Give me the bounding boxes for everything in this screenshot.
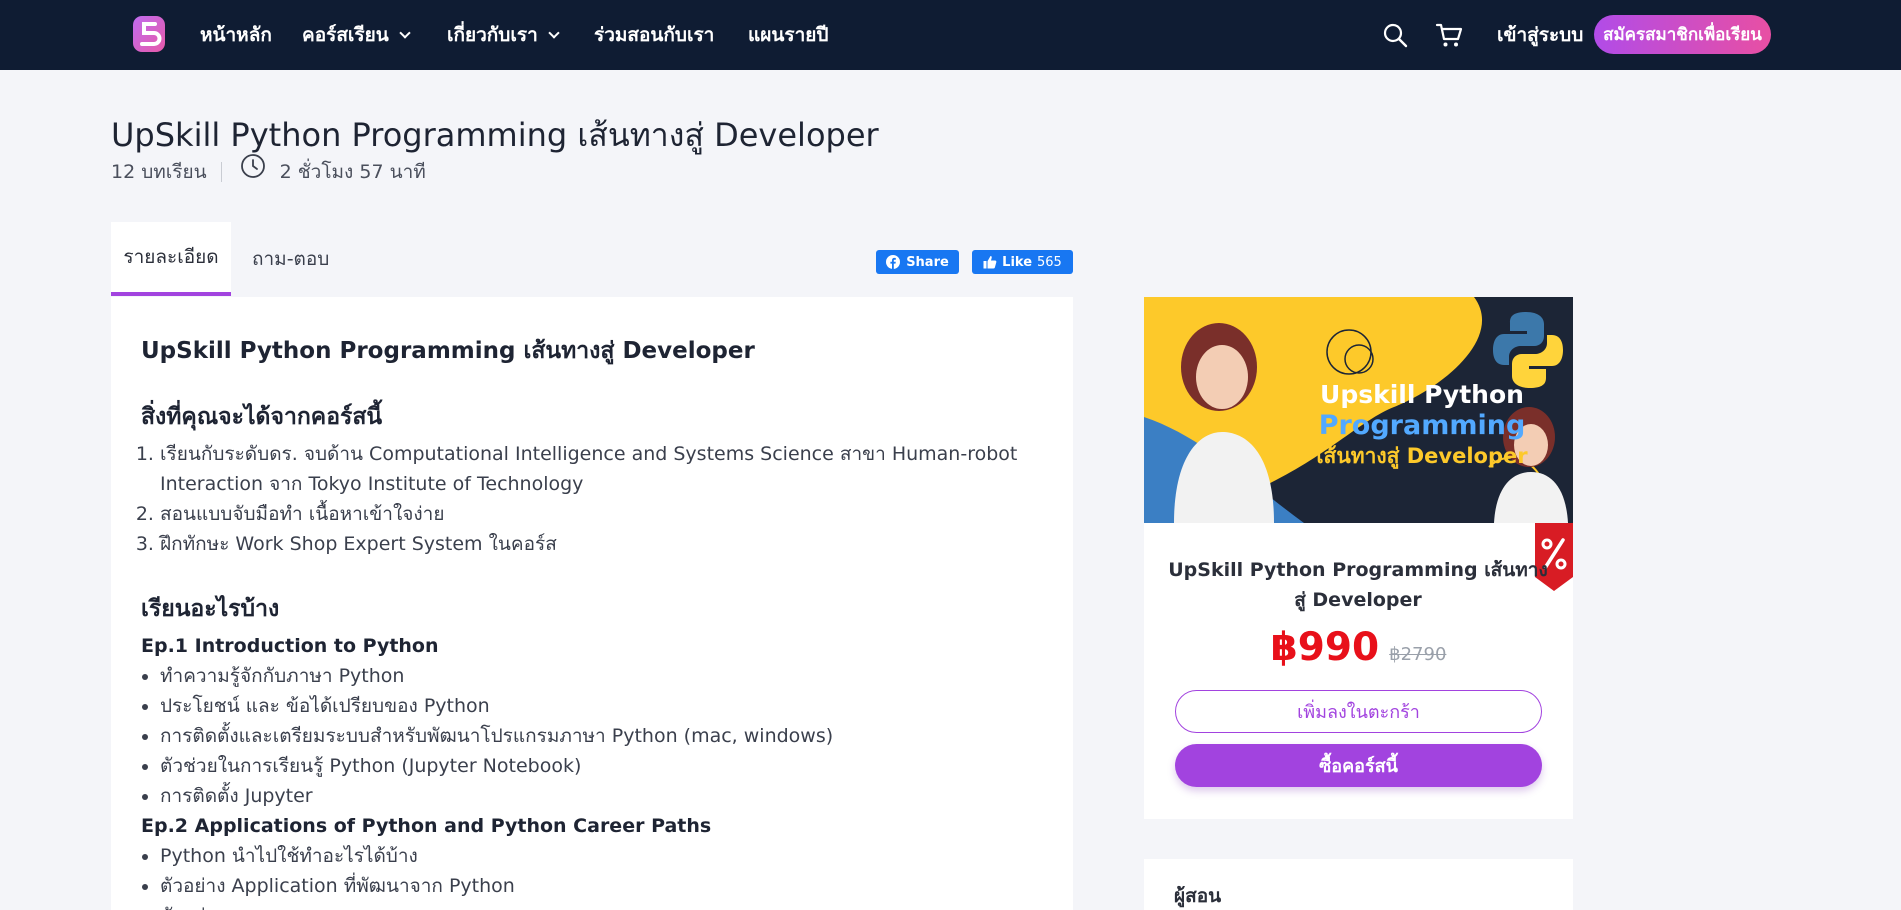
list-item: ตัวช่วยในการเรียนรู้ Python (Jupyter Not… — [160, 751, 1043, 781]
facebook-icon — [886, 255, 901, 269]
login-link[interactable]: เข้าสู่ระบบ — [1497, 22, 1583, 48]
share-label: Share — [906, 254, 949, 270]
list-item: เรียนกับระดับดร. จบด้าน Computational In… — [160, 439, 1043, 499]
page-title: UpSkill Python Programming เส้นทางสู่ De… — [111, 116, 879, 154]
list-item: ฝึกทักษะ Work Shop Expert System ในคอร์ส — [160, 529, 1043, 559]
instructor-card: ผู้สอน — [1144, 859, 1573, 910]
nav-plans-label: แผนรายปี — [748, 24, 829, 46]
episode-topics: Python นำไปใช้ทำอะไรได้บ้าง ตัวอย่าง App… — [141, 841, 1043, 910]
buy-course-button[interactable]: ซื้อคอร์สนี้ — [1175, 744, 1542, 787]
purchase-card: Upskill Python Programming เส้นทางสู่ De… — [1144, 297, 1573, 819]
nav-home-label: หน้าหลัก — [200, 24, 272, 46]
course-duration: 2 ชั่วโมง 57 นาที — [279, 161, 426, 183]
site-logo[interactable] — [131, 14, 167, 54]
top-navbar: หน้าหลัก คอร์สเรียน เกี่ยวกับเรา ร่วมสอน… — [0, 0, 1901, 70]
add-to-cart-button[interactable]: เพิ่มลงในตะกร้า — [1175, 690, 1542, 733]
meta-divider — [220, 162, 222, 182]
nav-about-label: เกี่ยวกับเรา — [447, 24, 538, 46]
nav-courses-label: คอร์สเรียน — [302, 24, 389, 46]
signup-button[interactable]: สมัครสมาชิกเพื่อเรียน — [1594, 15, 1771, 54]
tab-details[interactable]: รายละเอียด — [111, 222, 231, 296]
thumbnail-line-2: Programming — [1318, 410, 1526, 441]
search-icon[interactable] — [1380, 20, 1410, 50]
course-meta: 12 บทเรียน 2 ชั่วโมง 57 นาที — [111, 154, 426, 187]
list-item: ประโยชน์ และ ข้อได้เปรียบของ Python — [160, 691, 1043, 721]
thumbnail-line-3: เส้นทางสู่ Developer — [1316, 444, 1528, 468]
original-price: ฿2790 — [1389, 644, 1447, 665]
chevron-down-icon — [399, 26, 411, 39]
benefits-list: เรียนกับระดับดร. จบด้าน Computational In… — [141, 439, 1043, 559]
nav-courses[interactable]: คอร์สเรียน — [302, 22, 411, 48]
list-item: ตัวอย่าง... — [160, 901, 1043, 910]
course-description: UpSkill Python Programming เส้นทางสู่ De… — [111, 297, 1073, 910]
tab-details-label: รายละเอียด — [123, 246, 219, 268]
like-label: Like — [1002, 254, 1033, 270]
episode-topics: ทำความรู้จักกับภาษา Python ประโยชน์ และ … — [141, 661, 1043, 811]
lesson-count: 12 บทเรียน — [111, 161, 207, 183]
instructor-label: ผู้สอน — [1174, 885, 1222, 907]
benefits-heading: สิ่งที่คุณจะได้จากคอร์สนี้ — [141, 404, 383, 430]
nav-teach[interactable]: ร่วมสอนกับเรา — [594, 22, 714, 48]
list-item: การติดตั้ง Jupyter — [160, 781, 1043, 811]
thumbnail-line-1: Upskill Python — [1320, 380, 1524, 409]
cart-icon[interactable] — [1434, 20, 1464, 50]
episode-title: Ep.1 Introduction to Python — [141, 635, 439, 657]
list-item: Python นำไปใช้ทำอะไรได้บ้าง — [160, 841, 1043, 871]
curriculum-heading: เรียนอะไรบ้าง — [141, 596, 280, 622]
price-row: ฿990 ฿2790 — [1144, 625, 1573, 670]
nav-teach-label: ร่วมสอนกับเรา — [594, 24, 715, 46]
description-heading: UpSkill Python Programming เส้นทางสู่ De… — [141, 338, 755, 364]
list-item: การติดตั้งและเตรียมระบบสำหรับพัฒนาโปรแกร… — [160, 721, 1043, 751]
thumbnail-title: Upskill Python Programming เส้นทางสู่ De… — [1292, 379, 1552, 472]
facebook-like-button[interactable]: Like 565 — [972, 250, 1073, 274]
current-price: ฿990 — [1270, 625, 1380, 670]
episode-title: Ep.2 Applications of Python and Python C… — [141, 815, 712, 837]
card-course-title: UpSkill Python Programming เส้นทางสู่ De… — [1168, 559, 1548, 611]
list-item: ทำความรู้จักกับภาษา Python — [160, 661, 1043, 691]
facebook-share-button[interactable]: Share — [876, 250, 959, 274]
tab-qa[interactable]: ถาม-ตอบ — [252, 222, 329, 296]
list-item: สอนแบบจับมือทำ เนื้อหาเข้าใจง่าย — [160, 499, 1043, 529]
course-thumbnail[interactable]: Upskill Python Programming เส้นทางสู่ De… — [1144, 297, 1573, 523]
list-item: ตัวอย่าง Application ที่พัฒนาจาก Python — [160, 871, 1043, 901]
nav-home[interactable]: หน้าหลัก — [200, 22, 272, 48]
login-label: เข้าสู่ระบบ — [1497, 24, 1584, 46]
thumbs-up-icon — [983, 256, 997, 269]
chevron-down-icon — [548, 26, 560, 39]
tab-qa-label: ถาม-ตอบ — [252, 248, 330, 270]
nav-plans[interactable]: แผนรายปี — [748, 22, 828, 48]
like-count: 565 — [1037, 254, 1062, 270]
clock-icon — [240, 154, 265, 178]
nav-about[interactable]: เกี่ยวกับเรา — [447, 22, 560, 48]
